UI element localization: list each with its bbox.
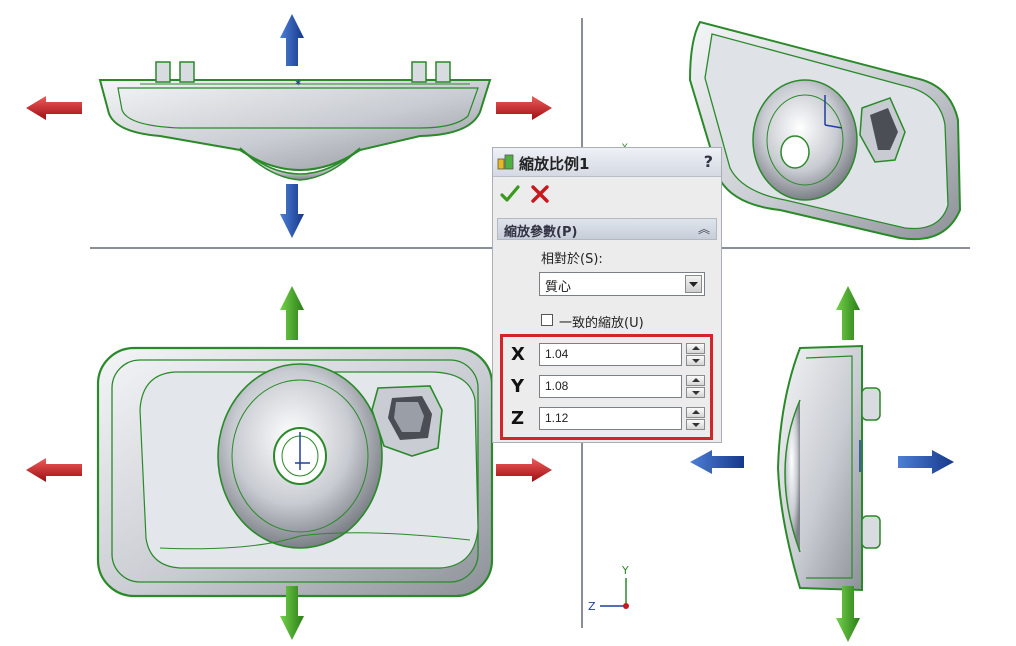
y-scale-row: Y 1.08 <box>503 373 710 403</box>
front-scale-right-arrow <box>496 458 552 482</box>
scale-handle-left-arrow <box>26 96 82 120</box>
z-spin-down-button[interactable] <box>686 419 705 430</box>
z-spin-up-button[interactable] <box>686 407 705 418</box>
cancel-button[interactable] <box>529 183 551 205</box>
relative-to-label: 相對於(S): <box>541 252 603 267</box>
property-manager-title: 縮放比例1 <box>519 155 590 173</box>
front-scale-up-arrow <box>280 286 304 340</box>
side-scale-down-arrow <box>836 586 860 642</box>
triad-y-label: Y <box>621 564 629 577</box>
z-scale-row: Z 1.12 <box>503 405 710 435</box>
ok-button[interactable] <box>499 183 521 205</box>
side-view-part[interactable] <box>776 344 881 592</box>
front-view-part[interactable] <box>96 346 494 598</box>
close-icon <box>531 185 549 203</box>
help-icon[interactable]: ? <box>704 152 713 171</box>
y-scale-input[interactable]: 1.08 <box>539 375 682 398</box>
action-bar <box>493 178 721 214</box>
double-chevron-up-icon[interactable]: ︽ <box>698 220 710 237</box>
scale-feature-icon <box>497 154 514 170</box>
x-axis-label: X <box>511 344 525 365</box>
scale-handle-right-arrow <box>496 96 552 120</box>
relative-to-value: 質心 <box>545 280 572 295</box>
side-scale-left-arrow <box>690 450 744 474</box>
svg-text:✶: ✶ <box>294 78 302 89</box>
z-axis-label: Z <box>511 408 525 429</box>
y-spin-up-button[interactable] <box>686 375 705 386</box>
property-manager-titlebar: 縮放比例1 ? <box>493 148 721 177</box>
relative-to-select[interactable]: 質心 <box>539 272 705 296</box>
uniform-scaling-label[interactable]: 一致的縮放(U) <box>559 312 644 331</box>
top-view-part[interactable]: ✶ <box>98 61 492 181</box>
xyz-scale-highlight-box: X 1.04 Y 1.08 Z 1.12 <box>500 334 713 440</box>
x-spin-up-button[interactable] <box>686 343 705 354</box>
side-scale-up-arrow <box>836 286 860 340</box>
scale-property-manager: 縮放比例1 ? 縮放參數(P) ︽ 相對於(S): 質心 一致的縮放(U) X … <box>492 147 722 443</box>
check-icon <box>500 185 520 202</box>
scale-parameters-section-header[interactable]: 縮放參數(P) ︽ <box>497 218 717 240</box>
scale-handle-down-arrow <box>280 184 304 238</box>
triad-z-label: Z <box>588 600 596 613</box>
uniform-scaling-checkbox[interactable] <box>541 314 553 326</box>
scale-handle-up-arrow <box>280 14 304 66</box>
isometric-view-part[interactable] <box>688 20 962 241</box>
x-scale-spinner[interactable] <box>686 343 705 367</box>
z-scale-input[interactable]: 1.12 <box>539 407 682 430</box>
front-scale-left-arrow <box>26 458 82 482</box>
y-axis-label: Y <box>511 376 525 397</box>
y-spin-down-button[interactable] <box>686 387 705 398</box>
z-scale-spinner[interactable] <box>686 407 705 431</box>
y-scale-spinner[interactable] <box>686 375 705 399</box>
side-scale-right-arrow <box>898 450 954 474</box>
x-scale-input[interactable]: 1.04 <box>539 343 682 366</box>
x-spin-down-button[interactable] <box>686 355 705 366</box>
x-scale-row: X 1.04 <box>503 341 710 371</box>
section-title: 縮放參數(P) <box>504 225 578 240</box>
dropdown-arrow-icon[interactable] <box>685 275 702 293</box>
